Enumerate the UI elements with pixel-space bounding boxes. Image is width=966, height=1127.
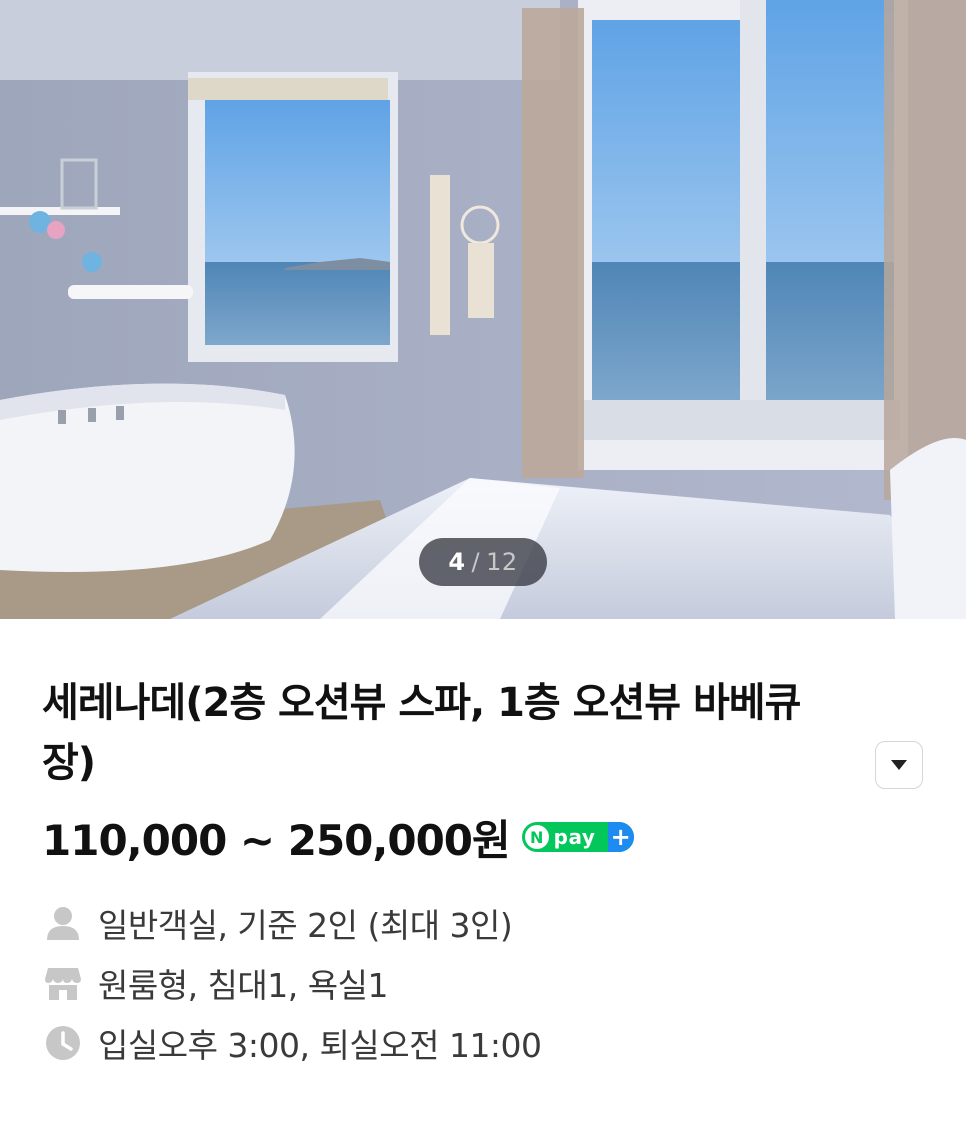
photo-counter-total: 12 [486,548,518,576]
detail-layout: 원룸형, 침대1, 욕실1 [42,953,924,1013]
expand-toggle-button[interactable] [875,741,923,789]
npay-plus-badge: N pay + [521,822,634,852]
npay-n-logo: N [524,825,549,849]
detail-checkin: 입실오후 3:00, 퇴실오전 11:00 [42,1013,924,1073]
npay-pay-label: pay [553,825,596,849]
photo-counter-current: 4 [448,548,466,576]
npay-plus-icon: + [607,822,634,852]
room-photo-carousel[interactable]: 4 / 12 [0,0,966,619]
detail-capacity: 일반객실, 기준 2인 (최대 3인) [42,893,924,953]
caret-down-icon [891,760,907,770]
room-info: 세레나데(2층 오션뷰 스파, 1층 오션뷰 바베큐장) 110,000 ~ 2… [0,619,966,1073]
room-title: 세레나데(2층 오션뷰 스파, 1층 오션뷰 바베큐장) [42,680,801,786]
detail-checkin-text: 입실오후 3:00, 퇴실오전 11:00 [98,1026,542,1065]
photo-counter: 4 / 12 [419,538,547,586]
room-photo [0,0,966,619]
room-details: 일반객실, 기준 2인 (최대 3인) 원룸형, 침대1, 욕실1 입실오후 3… [42,893,924,1073]
detail-capacity-text: 일반객실, 기준 2인 (최대 3인) [98,906,513,945]
detail-layout-text: 원룸형, 침대1, 욕실1 [98,966,388,1005]
store-icon [42,962,84,1004]
price-range: 110,000 ~ 250,000원 [42,815,511,865]
price-row: 110,000 ~ 250,000원 N pay + [42,807,924,867]
person-icon [42,902,84,944]
clock-icon [42,1022,84,1064]
photo-counter-separator: / [471,548,481,576]
